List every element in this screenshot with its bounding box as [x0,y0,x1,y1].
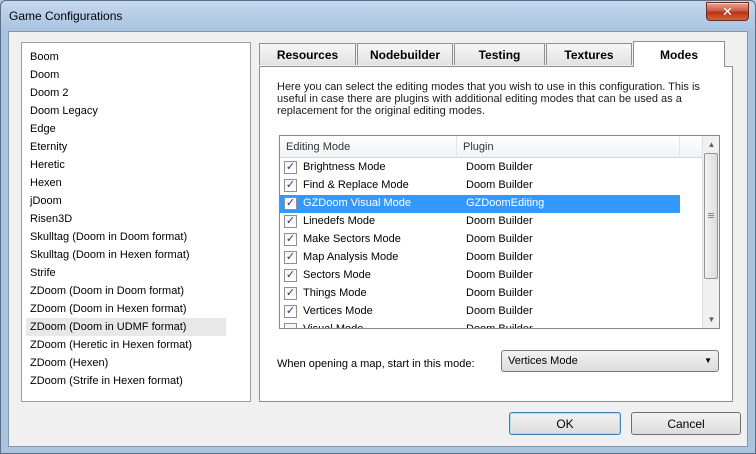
configuration-item[interactable]: Doom 2 [26,84,226,102]
configuration-item[interactable]: ZDoom (Doom in UDMF format) [26,318,226,336]
mode-row[interactable]: ✓ Find & Replace Mode Doom Builder [280,177,680,195]
ok-button[interactable]: OK [509,412,621,435]
configuration-item[interactable]: Doom [26,66,226,84]
mode-row[interactable]: ✓ Brightness Mode Doom Builder [280,159,680,177]
thumb-grip-line [708,213,714,214]
configuration-item[interactable]: Heretic [26,156,226,174]
mode-plugin: Doom Builder [466,251,533,263]
mode-row[interactable]: ✓ Things Mode Doom Builder [280,285,680,303]
mode-row[interactable]: ✓ Make Sectors Mode Doom Builder [280,231,680,249]
mode-plugin: Doom Builder [466,287,533,299]
mode-name: Map Analysis Mode [303,251,399,263]
mode-row[interactable]: ✓ Sectors Mode Doom Builder [280,267,680,285]
editing-modes-list[interactable]: Editing Mode Plugin ✓ Brightness Mode Doom… [279,135,720,329]
mode-plugin: Doom Builder [466,323,533,329]
mode-name: Visual Mode [303,323,364,329]
configuration-item[interactable]: ZDoom (Strife in Hexen format) [26,372,226,390]
mode-checkbox[interactable]: ✓ [284,287,297,300]
mode-row[interactable]: ✓ Map Analysis Mode Doom Builder [280,249,680,267]
mode-checkbox[interactable]: ✓ [284,251,297,264]
mode-name: GZDoom Visual Mode [303,197,412,209]
mode-name: Make Sectors Mode [303,233,401,245]
tab-testing[interactable]: Testing [454,43,545,65]
tab-textures[interactable]: Textures [546,43,632,65]
mode-plugin: GZDoomEditing [466,197,545,209]
mode-checkbox[interactable]: ✓ [284,305,297,318]
configuration-list[interactable]: Boom Doom Doom 2 Doom Legacy Edge Eternity Her… [21,42,251,402]
scroll-down-icon[interactable]: ▼ [703,311,719,328]
thumb-grip-line [708,217,714,218]
modes-description: Here you can select the editing modes th… [277,81,700,117]
game-configurations-window: Game Configurations ✕ Boom Doom Doom 2 Doom… [0,0,756,454]
configuration-item[interactable]: Doom Legacy [26,102,226,120]
mode-checkbox[interactable]: ✓ [284,269,297,282]
thumb-grip-line [708,215,714,216]
column-header-plugin[interactable]: Plugin [457,136,680,158]
mode-checkbox[interactable]: ✓ [284,161,297,174]
column-header-editing-mode[interactable]: Editing Mode [280,136,457,158]
tab-resources[interactable]: Resources [259,43,356,65]
configuration-item[interactable]: ZDoom (Doom in Doom format) [26,282,226,300]
configuration-item[interactable]: Strife [26,264,226,282]
mode-row[interactable]: ✓ Linedefs Mode Doom Builder [280,213,680,231]
column-header-filler [680,136,703,158]
mode-row[interactable]: Visual Mode Doom Builder [280,321,680,329]
mode-name: Things Mode [303,287,367,299]
start-mode-label: When opening a map, start in this mode: [277,358,475,370]
start-mode-value: Vertices Mode [508,355,578,367]
configuration-item[interactable]: Hexen [26,174,226,192]
mode-plugin: Doom Builder [466,233,533,245]
scroll-up-icon[interactable]: ▲ [703,136,719,153]
tab-modes[interactable]: Modes [633,41,725,67]
modes-tab-panel: Here you can select the editing modes th… [259,66,733,402]
mode-checkbox[interactable]: ✓ [284,197,297,210]
scroll-thumb[interactable] [704,153,718,279]
modes-list-scrollbar[interactable]: ▲ ▼ [702,136,719,328]
mode-name: Linedefs Mode [303,215,376,227]
chevron-down-icon: ▼ [704,356,712,365]
title-bar[interactable]: Game Configurations ✕ [1,1,755,31]
configuration-item[interactable]: Risen3D [26,210,226,228]
configuration-item[interactable]: ZDoom (Hexen) [26,354,226,372]
tab-nodebuilder[interactable]: Nodebuilder [357,43,453,65]
mode-plugin: Doom Builder [466,305,533,317]
mode-checkbox[interactable]: ✓ [284,179,297,192]
mode-plugin: Doom Builder [466,215,533,227]
mode-row[interactable]: ✓ GZDoom Visual Mode GZDoomEditing [280,195,680,213]
mode-plugin: Doom Builder [466,161,533,173]
configuration-item[interactable]: Boom [26,48,226,66]
configuration-item[interactable]: Eternity [26,138,226,156]
configuration-item[interactable]: ZDoom (Doom in Hexen format) [26,300,226,318]
configuration-item[interactable]: Skulltag (Doom in Hexen format) [26,246,226,264]
mode-name: Find & Replace Mode [303,179,409,191]
mode-checkbox[interactable] [284,323,297,328]
cancel-button[interactable]: Cancel [631,412,741,435]
close-button[interactable]: ✕ [706,2,749,21]
start-mode-dropdown[interactable]: Vertices Mode ▼ [501,350,719,372]
mode-name: Sectors Mode [303,269,371,281]
dialog-client-area: Boom Doom Doom 2 Doom Legacy Edge Eternity Her… [8,31,748,447]
configuration-item[interactable]: jDoom [26,192,226,210]
configuration-item[interactable]: ZDoom (Heretic in Hexen format) [26,336,226,354]
mode-checkbox[interactable]: ✓ [284,215,297,228]
configuration-item[interactable]: Skulltag (Doom in Doom format) [26,228,226,246]
mode-name: Vertices Mode [303,305,373,317]
configuration-item[interactable]: Edge [26,120,226,138]
close-icon: ✕ [722,3,733,19]
mode-plugin: Doom Builder [466,269,533,281]
mode-name: Brightness Mode [303,161,386,173]
mode-checkbox[interactable]: ✓ [284,233,297,246]
mode-plugin: Doom Builder [466,179,533,191]
window-title: Game Configurations [9,9,123,23]
mode-row[interactable]: ✓ Vertices Mode Doom Builder [280,303,680,321]
